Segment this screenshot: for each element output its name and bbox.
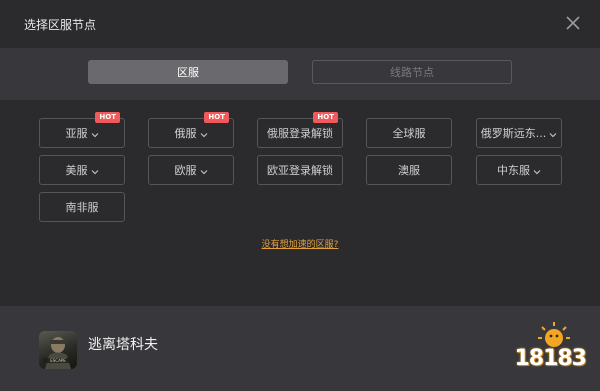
chevron-down-icon: [549, 129, 557, 138]
chevron-down-icon: [200, 166, 208, 175]
dialog-title: 选择区服节点: [24, 18, 97, 32]
region-button-eu[interactable]: 欧服: [148, 155, 234, 185]
region-label: 俄服登录解锁: [267, 127, 333, 140]
game-cover-icon: ESCAPE: [39, 331, 77, 369]
region-button-russia-far-east[interactable]: 俄罗斯远东...: [476, 118, 562, 148]
region-label: 俄服: [174, 127, 197, 140]
chevron-down-icon: [91, 166, 99, 175]
region-button-australia[interactable]: 澳服: [366, 155, 452, 185]
region-button-global[interactable]: 全球服: [366, 118, 452, 148]
region-button-us[interactable]: 美服: [39, 155, 125, 185]
tab-route-node[interactable]: 线路节点: [312, 60, 512, 84]
region-button-asia[interactable]: 亚服 HOT: [39, 112, 125, 148]
region-label: 南非服: [65, 201, 99, 214]
brand-text: 18183: [514, 346, 587, 371]
tab-region[interactable]: 区服: [88, 60, 288, 84]
region-select-dialog: 选择区服节点 区服 线路节点 亚服 HOT 俄服 HOT 俄服登录解锁 HOT: [0, 0, 600, 391]
region-label: 亚服: [65, 127, 88, 140]
region-label: 俄罗斯远东...: [480, 127, 547, 140]
region-label: 欧服: [174, 164, 197, 177]
region-button-russia[interactable]: 俄服 HOT: [148, 112, 234, 148]
missing-region-link[interactable]: 没有想加速的区服?: [0, 237, 600, 250]
hot-badge: HOT: [95, 112, 120, 123]
region-label: 美服: [65, 164, 88, 177]
region-label: 欧亚登录解锁: [267, 164, 333, 177]
region-button-eurasia-login-unlock[interactable]: 欧亚登录解锁: [257, 155, 343, 185]
region-grid: 亚服 HOT 俄服 HOT 俄服登录解锁 HOT 全球服 俄罗斯远东... 美服…: [0, 100, 600, 306]
region-label: 中东服: [497, 164, 530, 177]
hot-badge: HOT: [313, 112, 338, 123]
chevron-down-icon: [91, 129, 99, 138]
title-bar: 选择区服节点: [0, 0, 600, 48]
region-label: 全球服: [392, 127, 426, 140]
chevron-down-icon: [533, 166, 541, 175]
region-button-middle-east[interactable]: 中东服: [476, 155, 562, 185]
game-title: 逃离塔科夫: [88, 337, 158, 353]
close-icon[interactable]: [564, 14, 582, 32]
region-button-russia-login-unlock[interactable]: 俄服登录解锁 HOT: [257, 112, 343, 148]
hot-badge: HOT: [204, 112, 229, 123]
tab-strip: 区服 线路节点: [0, 48, 600, 100]
svg-text:ESCAPE: ESCAPE: [50, 358, 66, 363]
chevron-down-icon: [200, 129, 208, 138]
region-button-south-africa[interactable]: 南非服: [39, 192, 125, 222]
region-label: 澳服: [398, 164, 420, 177]
